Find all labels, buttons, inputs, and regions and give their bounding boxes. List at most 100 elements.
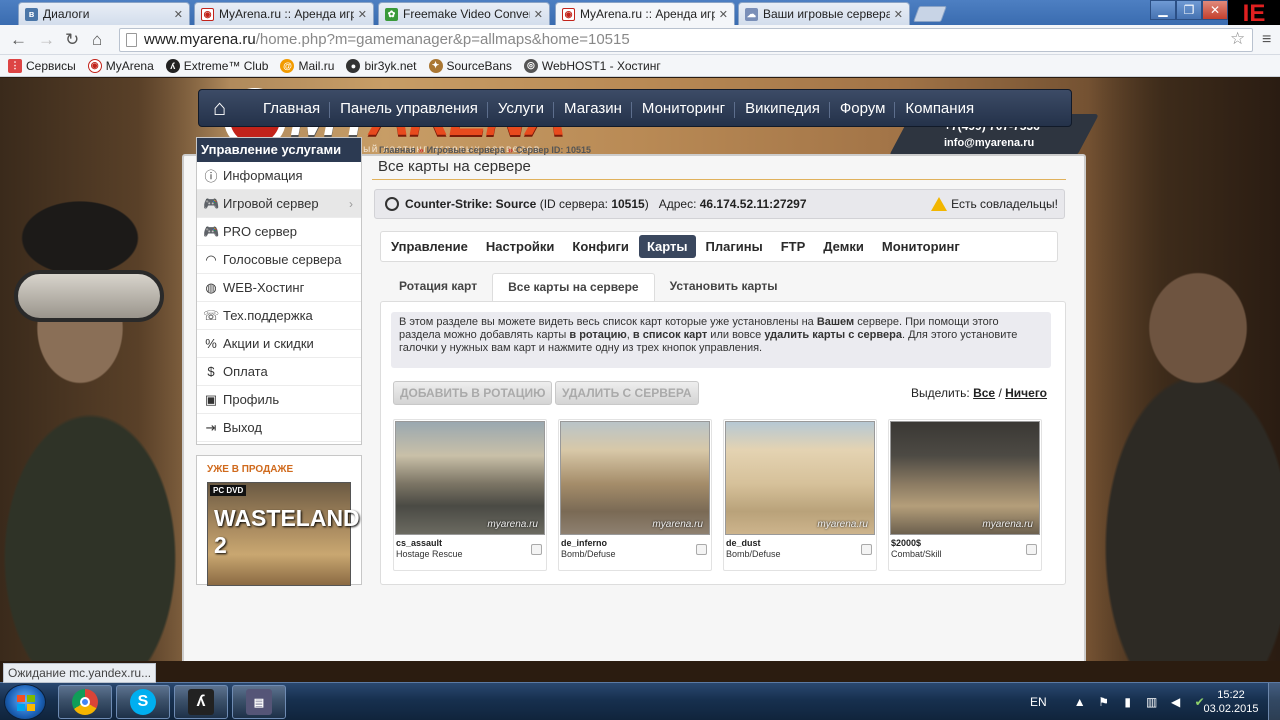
nav-forum[interactable]: Форум xyxy=(828,100,896,118)
sidebar-item-support[interactable]: ☏ Тех.поддержка xyxy=(197,302,361,330)
breadcrumb-game-servers[interactable]: Игровые сервера xyxy=(427,145,505,155)
start-button[interactable] xyxy=(4,684,46,720)
browser-tab[interactable]: в Диалоги ✕ xyxy=(18,2,190,25)
bookmark-myarena[interactable]: ◉ MyArena xyxy=(87,58,154,73)
sidebar-item-profile[interactable]: ▣ Профиль xyxy=(197,386,361,414)
map-watermark: myarena.ru xyxy=(487,519,538,530)
browser-tab-active[interactable]: ◉ MyArena.ru :: Аренда игр ✕ xyxy=(555,2,735,25)
power-icon[interactable]: ▮ xyxy=(1121,695,1135,709)
reload-icon[interactable]: ↻ xyxy=(65,30,79,50)
volume-icon[interactable]: ◀ xyxy=(1169,695,1183,709)
tab-title: MyArena.ru :: Аренда игр xyxy=(580,7,715,21)
clock[interactable]: 15:22 03.02.2015 xyxy=(1200,688,1262,716)
tab-title: Ваши игровые сервера xyxy=(763,7,890,21)
address-bar[interactable]: www.myarena.ru/home.php?m=gamemanager&p=… xyxy=(119,28,1253,52)
bookmark-bir3yk[interactable]: ● bir3yk.net xyxy=(346,58,417,73)
skype-icon: S xyxy=(130,689,156,715)
map-card[interactable]: myarena.ru de_dust Bomb/Defuse xyxy=(723,419,877,571)
bookmark-star-icon[interactable]: ☆ xyxy=(1230,29,1245,49)
back-icon[interactable]: ← xyxy=(10,30,27,50)
new-tab-button[interactable] xyxy=(913,6,947,22)
language-indicator[interactable]: EN xyxy=(1030,695,1047,709)
server-id-label: (ID сервера: xyxy=(539,197,608,211)
close-tab-icon[interactable]: ✕ xyxy=(719,8,728,21)
subtab-install-maps[interactable]: Установить карты xyxy=(655,273,793,301)
home-icon[interactable]: ⌂ xyxy=(92,30,102,50)
tab-maps[interactable]: Карты xyxy=(638,235,696,258)
taskbar-counter-strike[interactable]: ʎ xyxy=(174,685,228,719)
sidebar-title: Управление услугами xyxy=(197,138,361,162)
browser-status-bubble: Ожидание mc.yandex.ru... xyxy=(3,663,157,683)
browser-menu-icon[interactable]: ≡ xyxy=(1262,31,1271,49)
sidebar-item-promotions[interactable]: % Акции и скидки xyxy=(197,330,361,358)
sidebar-item-info[interactable]: ⓘ Информация xyxy=(197,162,361,190)
subtab-rotation[interactable]: Ротация карт xyxy=(384,273,492,301)
sidebar-item-web-hosting[interactable]: ◍ WEB-Хостинг xyxy=(197,274,361,302)
tab-configs[interactable]: Конфиги xyxy=(564,235,637,258)
nav-services[interactable]: Услуги xyxy=(486,100,554,118)
bookmark-mailru[interactable]: @ Mail.ru xyxy=(280,58,334,73)
taskbar-app[interactable]: ▤ xyxy=(232,685,286,719)
taskbar-chrome[interactable] xyxy=(58,685,112,719)
show-desktop-button[interactable] xyxy=(1268,683,1280,720)
sidebar-item-voice-servers[interactable]: ◠ Голосовые сервера xyxy=(197,246,361,274)
nav-monitoring[interactable]: Мониторинг xyxy=(630,100,735,118)
tab-management[interactable]: Управление xyxy=(383,235,476,258)
select-none-link[interactable]: Ничего xyxy=(1005,386,1047,400)
map-checkbox[interactable] xyxy=(861,544,872,555)
minimize-button[interactable]: ▁ xyxy=(1150,0,1176,20)
tab-settings[interactable]: Настройки xyxy=(478,235,563,258)
nav-wiki[interactable]: Википедия xyxy=(734,100,830,118)
close-tab-icon[interactable]: ✕ xyxy=(894,8,903,21)
bookmark-services[interactable]: ⋮ Сервисы xyxy=(8,58,76,73)
promo-banner[interactable]: УЖЕ В ПРОДАЖЕ PC DVD WASTELAND 2 xyxy=(196,455,362,586)
nav-home[interactable]: Главная xyxy=(253,100,330,117)
bookmark-extreme[interactable]: ʎ Extreme™ Club xyxy=(165,58,268,73)
add-to-rotation-button[interactable]: ДОБАВИТЬ В РОТАЦИЮ xyxy=(393,381,553,405)
sidebar-item-pro-server[interactable]: 🎮 PRO сервер xyxy=(197,218,361,246)
subtab-all-maps[interactable]: Все карты на сервере xyxy=(492,273,655,301)
nav-shop[interactable]: Магазин xyxy=(553,100,632,118)
close-tab-icon[interactable]: ✕ xyxy=(534,8,543,21)
delete-from-server-button[interactable]: УДАЛИТЬ С СЕРВЕРА xyxy=(555,381,699,405)
map-name: de_inferno xyxy=(561,538,608,548)
promo-game-box[interactable]: PC DVD WASTELAND 2 xyxy=(207,482,360,586)
tab-ftp[interactable]: FTP xyxy=(773,235,814,258)
close-tab-icon[interactable]: ✕ xyxy=(358,8,367,21)
select-all-link[interactable]: Все xyxy=(973,386,995,400)
map-card[interactable]: myarena.ru cs_assault Hostage Rescue xyxy=(393,419,547,571)
map-card[interactable]: myarena.ru $2000$ Combat/Skill xyxy=(888,419,1042,571)
sidebar-item-label: WEB-Хостинг xyxy=(223,280,305,295)
map-checkbox[interactable] xyxy=(696,544,707,555)
nav-control-panel[interactable]: Панель управления xyxy=(329,100,488,118)
browser-tab[interactable]: ✿ Freemake Video Converte ✕ xyxy=(378,2,550,25)
flag-icon[interactable]: ⚑ xyxy=(1097,695,1111,709)
show-hidden-icons-icon[interactable]: ▲ xyxy=(1073,695,1087,709)
network-icon[interactable]: ▥ xyxy=(1145,695,1159,709)
tab-monitoring[interactable]: Мониторинг xyxy=(874,235,968,258)
browser-tab[interactable]: ◉ MyArena.ru :: Аренда игр ✕ xyxy=(194,2,374,25)
map-card[interactable]: myarena.ru de_inferno Bomb/Defuse xyxy=(558,419,712,571)
breadcrumb-home[interactable]: Главная xyxy=(379,145,416,155)
close-tab-icon[interactable]: ✕ xyxy=(174,8,183,21)
dollar-icon: $ xyxy=(207,364,215,379)
profile-icon: ▣ xyxy=(204,391,218,407)
tab-plugins[interactable]: Плагины xyxy=(698,235,771,258)
map-checkbox[interactable] xyxy=(1026,544,1037,555)
sidebar-item-logout[interactable]: ⇥ Выход xyxy=(197,414,361,442)
tab-demos[interactable]: Демки xyxy=(815,235,872,258)
home-nav-icon[interactable]: ⌂ xyxy=(213,97,241,119)
soldier-icon: ʎ xyxy=(165,58,180,73)
bookmark-sourcebans[interactable]: ✦ SourceBans xyxy=(428,58,512,73)
maximize-button[interactable]: ❐ xyxy=(1176,0,1202,20)
map-checkbox[interactable] xyxy=(531,544,542,555)
bookmark-webhost1[interactable]: ◎ WebHOST1 - Хостинг xyxy=(523,58,661,73)
browser-tab[interactable]: ☁ Ваши игровые сервера ✕ xyxy=(738,2,910,25)
taskbar-skype[interactable]: S xyxy=(116,685,170,719)
sidebar-item-game-server[interactable]: 🎮 Игровой сервер › xyxy=(197,190,361,218)
close-window-button[interactable]: ✕ xyxy=(1202,0,1228,20)
coowner-warning[interactable]: Есть совладельцы! xyxy=(931,197,1058,211)
forward-icon[interactable]: → xyxy=(38,30,55,50)
nav-company[interactable]: Компания xyxy=(894,100,984,118)
sidebar-item-payment[interactable]: $ Оплата xyxy=(197,358,361,386)
